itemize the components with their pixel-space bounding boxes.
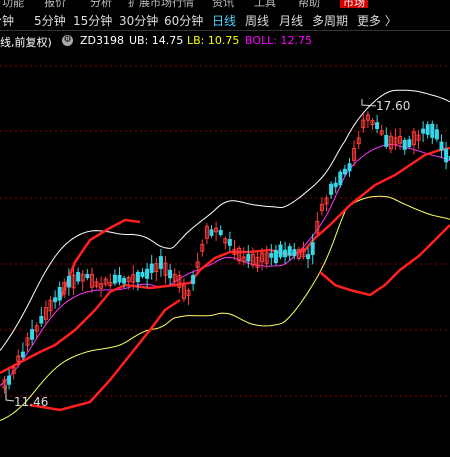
candle-body [218,230,223,236]
high-price-label: 17.60 [376,99,411,113]
candle-body [439,141,444,151]
candle-body [209,229,214,236]
candle-body [333,182,338,188]
candle-body [39,316,44,324]
candle-body [329,183,334,195]
candle-body [76,271,81,282]
candle-body [338,171,343,186]
candle-body [375,122,380,130]
candle-body [122,277,127,284]
candle-body [287,246,292,256]
candle-body [430,123,435,138]
candle-body [85,274,90,279]
candle-body [310,242,315,255]
candle-body [278,244,283,258]
trend-line-lower [0,146,450,375]
candle-body [57,287,62,301]
trend-line-right [319,224,450,297]
candle-body [306,254,311,260]
low-price-label: 11.46 [14,395,49,409]
candle-body [407,139,412,148]
kline-chart[interactable] [0,0,450,457]
candle-body [145,268,150,279]
candle-body [384,134,389,147]
lower-band-line [0,195,450,422]
candle-body [342,168,347,175]
candle-body [140,272,145,277]
candle-body [347,163,352,172]
candle-body [421,128,426,134]
candle-body [283,249,288,258]
candle-body [66,276,71,288]
candle-body [269,252,274,258]
candle-body [292,249,297,257]
candle-body [444,148,449,163]
candle-body [135,271,140,283]
candle-body [149,263,154,273]
candle-body [7,375,12,385]
candle-body [246,254,251,262]
low-marker-line [5,385,15,402]
candle-body [117,274,122,283]
candle-body [20,351,25,358]
candle-body [30,329,35,340]
upper-band-line [0,89,450,351]
candle-body [402,139,407,150]
candle-body [53,297,58,303]
candle-body [273,249,278,264]
candle-body [425,124,430,135]
candle-body [434,129,439,140]
candle-body [158,256,163,269]
candle-body [227,239,232,246]
candle-body [168,269,173,279]
candle-body [191,274,196,285]
candle-body [112,274,117,284]
